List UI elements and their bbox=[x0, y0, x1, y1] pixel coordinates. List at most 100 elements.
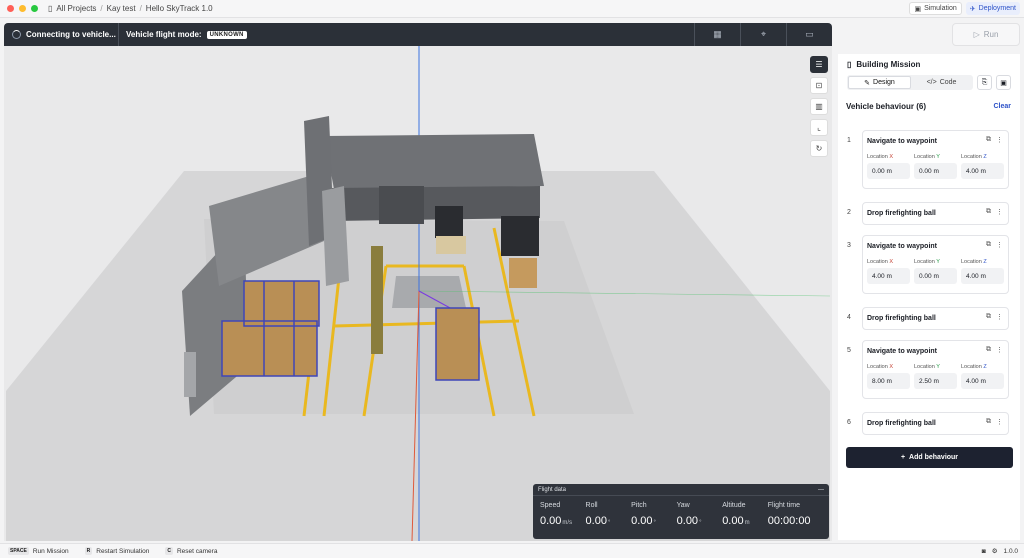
location-label: Location bbox=[914, 364, 935, 370]
shortcut-key: SPACE bbox=[8, 547, 29, 555]
behaviour-card[interactable]: Navigate to waypoint ⧉ ⋮ Location X 4.00 m… bbox=[862, 235, 1009, 294]
altitude-label: Altitude bbox=[722, 502, 746, 509]
location-label: Location bbox=[867, 154, 888, 160]
book-icon: ▯ bbox=[48, 4, 53, 13]
duplicate-icon[interactable]: ⧉ bbox=[986, 208, 991, 216]
pitch-value: 0.00 bbox=[631, 515, 653, 527]
connection-status: Connecting to vehicle... bbox=[4, 30, 118, 39]
location-z-axis: Z bbox=[983, 364, 987, 370]
chart-icon[interactable]: ⌞ bbox=[810, 119, 828, 136]
breadcrumb-separator: / bbox=[100, 4, 103, 13]
breadcrumb-separator: / bbox=[139, 4, 142, 13]
location-y-axis: Y bbox=[936, 364, 940, 370]
location-label: Location bbox=[961, 154, 982, 160]
location-label: Location bbox=[961, 259, 982, 265]
location-x-input[interactable]: 0.00 m bbox=[867, 163, 910, 179]
location-z-axis: Z bbox=[983, 259, 987, 265]
maximize-window-button[interactable] bbox=[31, 5, 38, 12]
gps-signal-icon[interactable]: ⌖ bbox=[740, 23, 786, 46]
viewport-toolbar: ☰ ⊡ ▥ ⌞ ↻ bbox=[810, 56, 828, 157]
tab-design[interactable]: ✎ Design bbox=[848, 76, 911, 89]
behaviour-number: 5 bbox=[847, 347, 851, 354]
save-icon: ▣ bbox=[1000, 79, 1007, 87]
simulation-viewport[interactable] bbox=[4, 46, 832, 541]
behaviour-number: 3 bbox=[847, 242, 851, 249]
tab-code[interactable]: </> Code bbox=[911, 76, 972, 89]
flight-mode: Vehicle flight mode: UNKNOWN bbox=[119, 30, 247, 39]
duplicate-icon[interactable]: ⧉ bbox=[986, 136, 991, 144]
clear-button[interactable]: Clear bbox=[993, 103, 1011, 110]
location-y-input[interactable]: 0.00 m bbox=[914, 163, 957, 179]
run-button[interactable]: ▷ Run bbox=[952, 23, 1020, 46]
settings-icon[interactable]: ⚙ bbox=[992, 547, 998, 555]
export-icon: ⎘ bbox=[981, 78, 988, 86]
location-x-input[interactable]: 4.00 m bbox=[867, 268, 910, 284]
flight-time-label: Flight time bbox=[767, 502, 801, 509]
minimize-window-button[interactable] bbox=[19, 5, 26, 12]
breadcrumb-all-projects[interactable]: All Projects bbox=[56, 4, 96, 13]
pitch-unit: ° bbox=[653, 520, 656, 526]
behaviour-card[interactable]: Drop firefighting ball ⧉ ⋮ bbox=[862, 202, 1009, 225]
location-y-input[interactable]: 0.00 m bbox=[914, 268, 957, 284]
more-options-icon[interactable]: ⋮ bbox=[996, 418, 1003, 426]
more-options-icon[interactable]: ⋮ bbox=[996, 136, 1003, 144]
sidebar-toggle-icon[interactable]: ▯ bbox=[847, 60, 851, 69]
save-button[interactable]: ▣ bbox=[996, 75, 1011, 90]
minimize-icon[interactable]: — bbox=[818, 487, 824, 493]
window-controls bbox=[7, 5, 38, 12]
tab-code-label: Code bbox=[939, 79, 957, 86]
location-z-input[interactable]: 4.00 m bbox=[961, 268, 1004, 284]
frame-icon[interactable]: ⊡ bbox=[810, 77, 828, 94]
pencil-icon: ✎ bbox=[864, 79, 871, 87]
flight-mode-badge: UNKNOWN bbox=[206, 30, 247, 39]
duplicate-icon[interactable]: ⧉ bbox=[986, 313, 991, 321]
duplicate-icon[interactable]: ⧉ bbox=[986, 346, 991, 354]
run-label: Run bbox=[983, 30, 999, 39]
version-label: 1.0.0 bbox=[1003, 547, 1018, 555]
duplicate-icon[interactable]: ⧉ bbox=[986, 418, 991, 426]
roll-value: 0.00 bbox=[585, 515, 607, 527]
section-title: Vehicle behaviour (6) bbox=[846, 102, 927, 111]
more-options-icon[interactable]: ⋮ bbox=[996, 208, 1003, 216]
refresh-icon[interactable]: ↻ bbox=[810, 140, 828, 157]
close-window-button[interactable] bbox=[7, 5, 14, 12]
location-label: Location bbox=[914, 259, 935, 265]
battery-icon[interactable]: ▭ bbox=[786, 23, 832, 46]
simulation-toggle-button[interactable]: ▣ Simulation bbox=[909, 2, 962, 15]
add-behaviour-button[interactable]: + Add behaviour bbox=[846, 447, 1013, 468]
connection-status-label: Connecting to vehicle... bbox=[26, 30, 116, 39]
location-z-axis: Z bbox=[983, 154, 987, 160]
telemetry-icon[interactable]: ▦ bbox=[694, 23, 740, 46]
simulation-label: Simulation bbox=[924, 5, 957, 12]
behaviour-card[interactable]: Navigate to waypoint ⧉ ⋮ Location X 8.00 m… bbox=[862, 340, 1009, 399]
more-options-icon[interactable]: ⋮ bbox=[996, 313, 1003, 321]
behaviour-card[interactable]: Drop firefighting ball ⧉ ⋮ bbox=[862, 412, 1009, 435]
export-button[interactable]: ⎘ bbox=[977, 75, 992, 90]
list-view-icon[interactable]: ☰ bbox=[810, 56, 828, 73]
location-y-axis: Y bbox=[936, 259, 940, 265]
location-z-input[interactable]: 4.00 m bbox=[961, 373, 1004, 389]
breadcrumb-project[interactable]: Kay test bbox=[107, 4, 136, 13]
yaw-value: 0.00 bbox=[676, 515, 699, 527]
simulation-icon: ▣ bbox=[914, 5, 922, 13]
breadcrumb-mission[interactable]: Hello SkyTrack 1.0 bbox=[146, 4, 213, 13]
location-x-axis: X bbox=[889, 259, 893, 265]
location-x-axis: X bbox=[889, 154, 893, 160]
behaviour-card[interactable]: Navigate to waypoint ⧉ ⋮ Location X 0.00 m… bbox=[862, 130, 1009, 189]
behaviour-card[interactable]: Drop firefighting ball ⧉ ⋮ bbox=[862, 307, 1009, 330]
location-z-input[interactable]: 4.00 m bbox=[961, 163, 1004, 179]
breadcrumb: ▯ All Projects / Kay test / Hello SkyTra… bbox=[48, 4, 213, 13]
map-icon[interactable]: ▥ bbox=[810, 98, 828, 115]
discord-icon[interactable]: ◙ bbox=[982, 548, 986, 555]
behaviour-number: 1 bbox=[847, 137, 851, 144]
location-y-input[interactable]: 2.50 m bbox=[914, 373, 957, 389]
deployment-toggle-button[interactable]: ✈ Deployment bbox=[965, 2, 1020, 15]
more-options-icon[interactable]: ⋮ bbox=[996, 346, 1003, 354]
more-options-icon[interactable]: ⋮ bbox=[996, 241, 1003, 249]
loading-spinner-icon bbox=[12, 30, 21, 39]
duplicate-icon[interactable]: ⧉ bbox=[986, 241, 991, 249]
location-x-input[interactable]: 8.00 m bbox=[867, 373, 910, 389]
shortcut-label: Run Mission bbox=[32, 547, 69, 555]
altitude-unit: m bbox=[744, 520, 750, 526]
speed-value: 0.00 bbox=[540, 515, 562, 527]
